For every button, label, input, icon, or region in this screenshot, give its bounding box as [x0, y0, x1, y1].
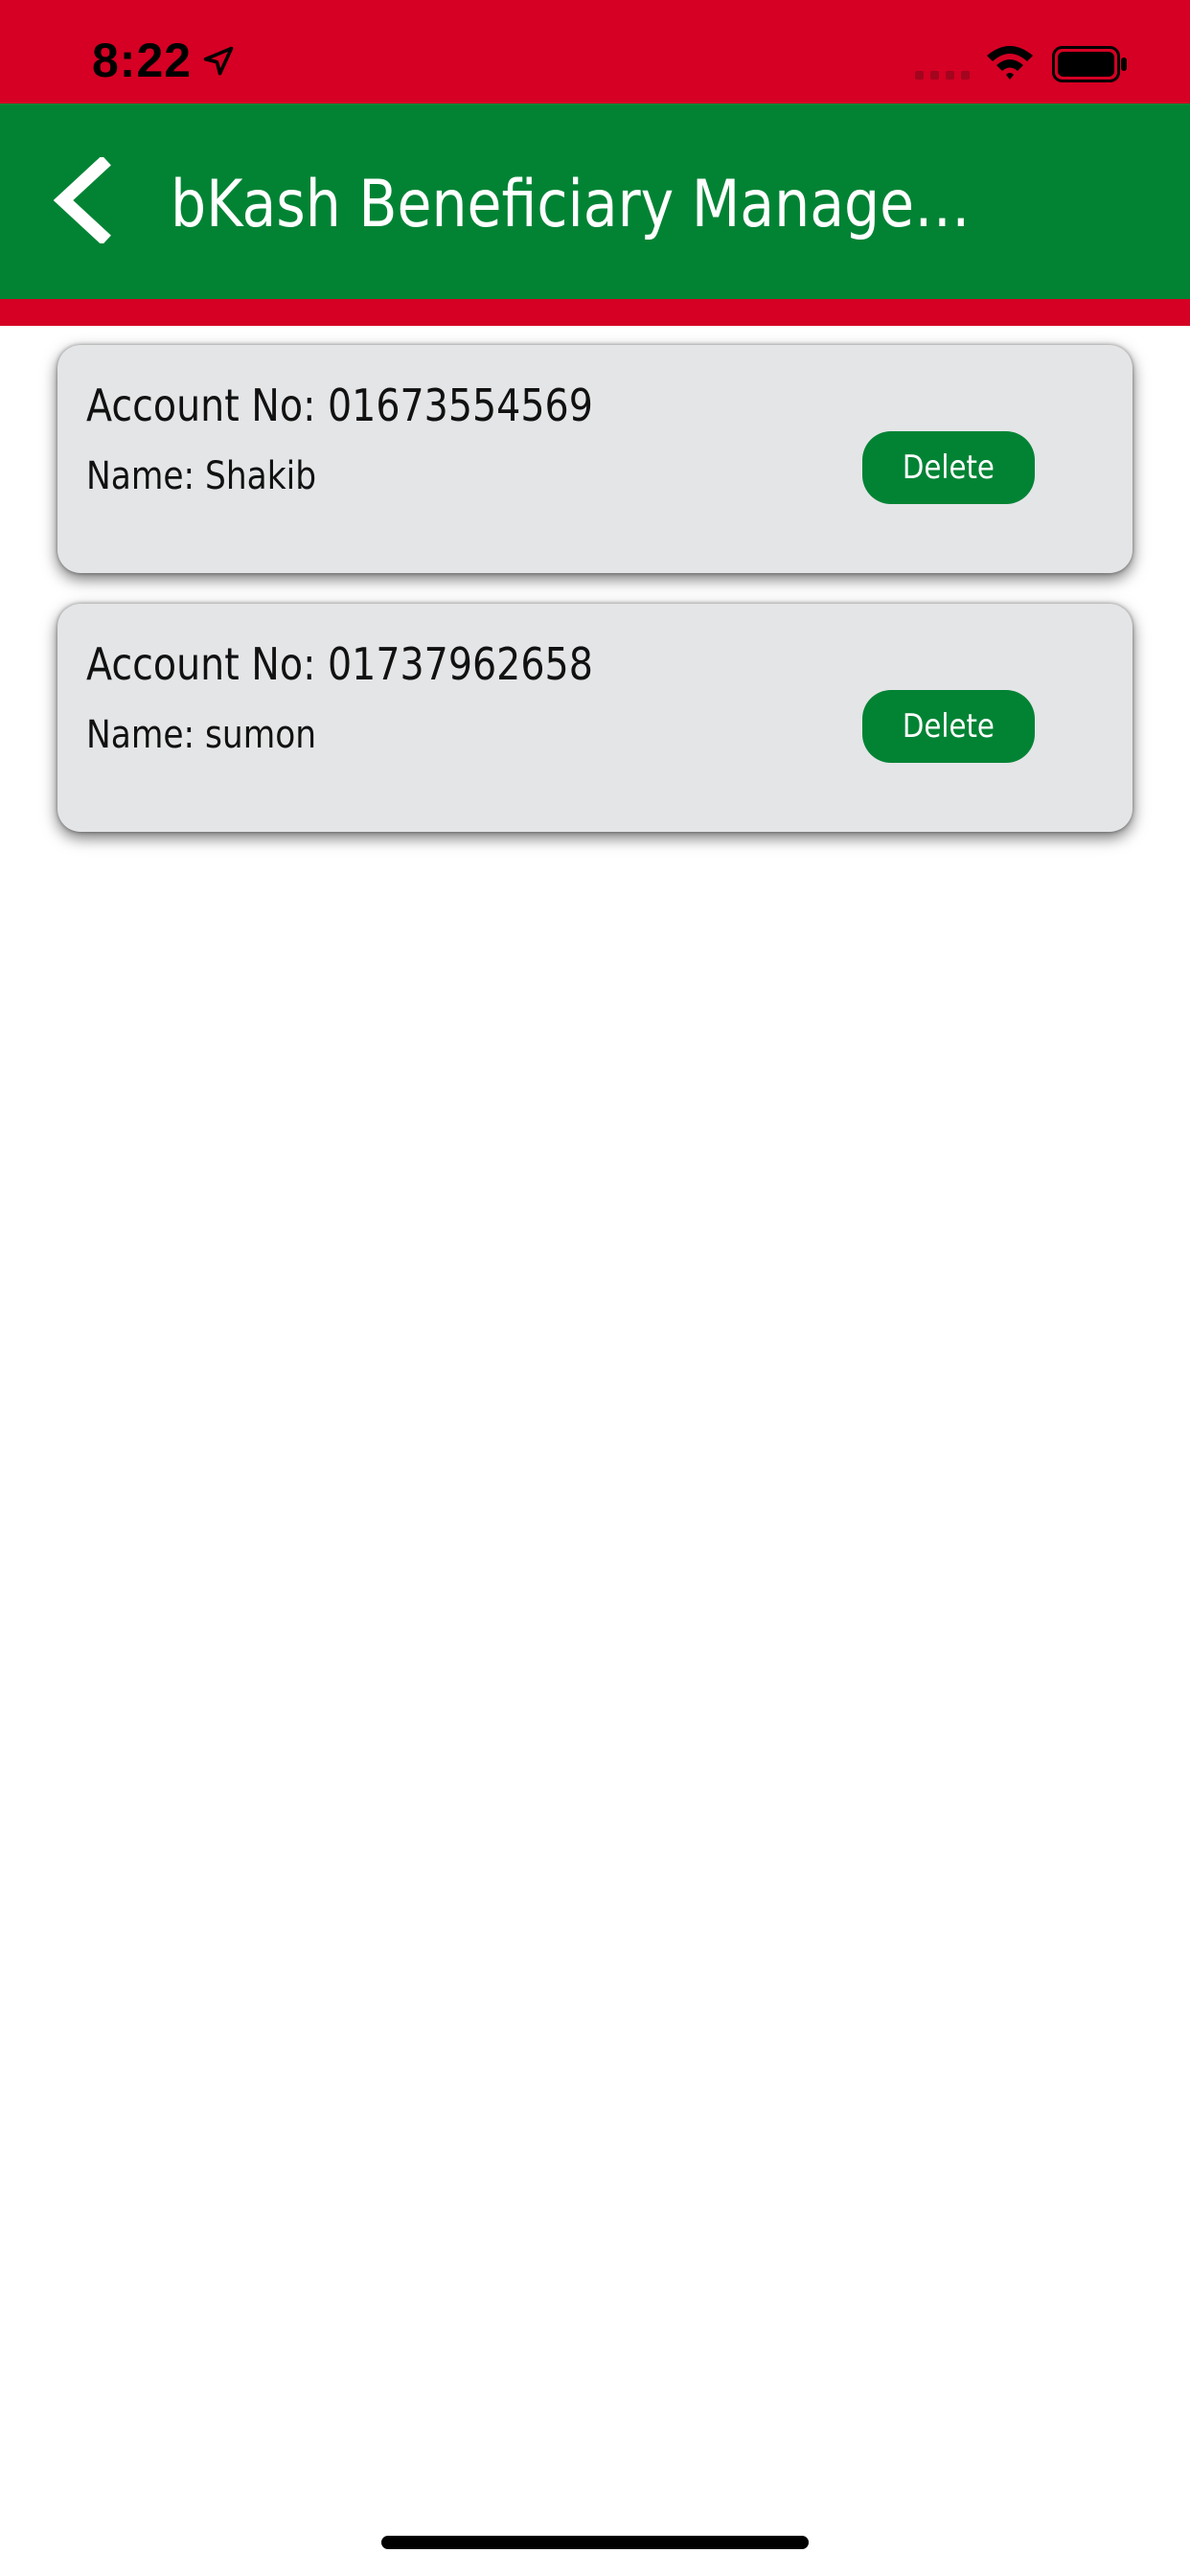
- cellular-signal-icon: [915, 71, 970, 80]
- header-accent-strip: [0, 299, 1190, 326]
- beneficiary-name: Name: Shakib: [86, 454, 317, 498]
- account-number: Account No: 01737962658: [86, 638, 593, 690]
- location-arrow-icon: [203, 46, 234, 76]
- delete-button-label: Delete: [902, 707, 995, 746]
- beneficiary-card: Account No: 01737962658 Name: sumon Dele…: [57, 604, 1133, 832]
- back-button[interactable]: [38, 142, 134, 257]
- home-indicator[interactable]: [381, 2536, 809, 2549]
- delete-button[interactable]: Delete: [862, 690, 1035, 763]
- status-bar: 8:22: [0, 0, 1190, 104]
- page-title: bKash Beneficiary Managem...: [171, 167, 995, 242]
- account-number: Account No: 01673554569: [86, 380, 593, 431]
- delete-button-label: Delete: [902, 448, 995, 487]
- beneficiary-card: Account No: 01673554569 Name: Shakib Del…: [57, 345, 1133, 573]
- wifi-icon: [987, 46, 1033, 80]
- delete-button[interactable]: Delete: [862, 431, 1035, 504]
- chevron-left-icon: [53, 157, 111, 243]
- battery-icon: [1052, 46, 1127, 82]
- beneficiary-name: Name: sumon: [86, 713, 317, 757]
- beneficiary-management-screen: 8:22 bKash Beneficiary Managem... Accoun…: [0, 0, 1190, 2576]
- navigation-bar: bKash Beneficiary Managem...: [0, 104, 1190, 299]
- status-time: 8:22: [92, 34, 193, 87]
